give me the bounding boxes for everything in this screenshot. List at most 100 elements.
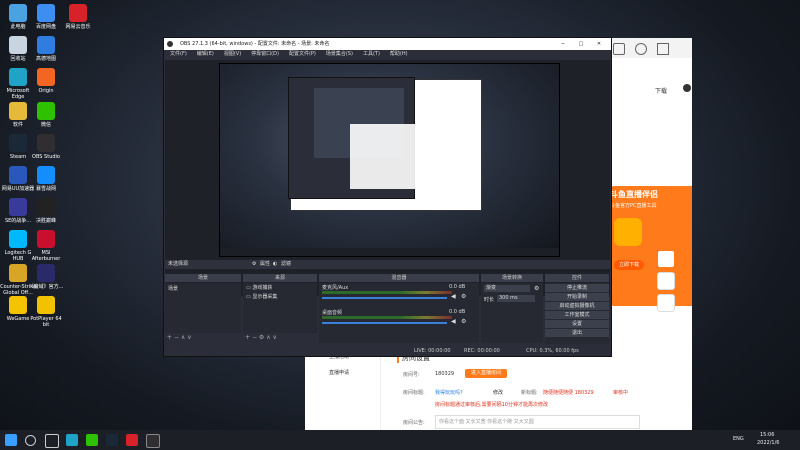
sources-header: 来源 <box>243 274 317 282</box>
wechat-icon[interactable] <box>86 434 98 446</box>
room-no: 180329 <box>435 371 455 377</box>
source-settings-icon[interactable]: ⚙ <box>259 334 264 341</box>
new-title-label: 新标题: <box>521 390 538 396</box>
stop-stream-button[interactable]: 停止推流 <box>545 284 609 292</box>
clock-date[interactable]: 2022/1/6 <box>757 440 779 446</box>
menu-item[interactable]: 编辑(E) <box>197 51 214 57</box>
desktop-icon[interactable]: 网易云音乐 <box>60 4 96 30</box>
language-indicator[interactable]: ENG <box>733 436 744 442</box>
menu-item[interactable]: 帮助(H) <box>390 51 408 57</box>
desktop-icon[interactable]: Origin <box>28 68 64 94</box>
source-item-game[interactable]: ▭ 游戏捕获 <box>243 283 317 292</box>
home-icon[interactable] <box>657 272 675 290</box>
scene-down-icon[interactable]: ∨ <box>187 334 191 341</box>
app-icon <box>9 36 27 54</box>
source-toolbar: 未选择源 ⚙ 属性 ◐ 滤镜 <box>165 260 610 269</box>
remove-source-icon[interactable]: − <box>252 334 257 341</box>
speaker-icon[interactable]: ◀ <box>451 318 456 325</box>
mixer-track-db: 0.0 dB <box>449 309 466 315</box>
volume-slider[interactable] <box>322 322 447 324</box>
app-icon <box>9 296 27 314</box>
netease-music-icon[interactable] <box>126 434 138 446</box>
minimize-icon[interactable]: ─ <box>556 38 570 50</box>
scene-up-icon[interactable]: ∧ <box>181 334 185 341</box>
windows-start-icon[interactable] <box>5 434 17 446</box>
menu-item[interactable]: 文件(F) <box>170 51 187 57</box>
properties-button[interactable]: 属性 <box>260 260 270 269</box>
menu-item[interactable]: 工具(T) <box>363 51 380 57</box>
app-icon <box>69 4 87 22</box>
studio-mode-button[interactable]: 工作室模式 <box>545 311 609 319</box>
transitions-header: 场景转换 <box>481 274 543 282</box>
banner-download-button[interactable]: 立即下载 <box>614 260 644 270</box>
share-icon[interactable] <box>657 294 675 312</box>
add-source-icon[interactable]: + <box>245 334 250 341</box>
desktop-icon[interactable]: 微信 <box>28 102 64 128</box>
exit-button[interactable]: 退出 <box>545 329 609 337</box>
app-icon <box>9 166 27 184</box>
refresh-icon[interactable] <box>635 43 647 55</box>
menu-item[interactable]: 场景集合(S) <box>326 51 353 57</box>
search-icon[interactable] <box>25 435 36 446</box>
virtual-camera-button[interactable]: 启动虚拟摄像机 <box>545 302 609 310</box>
collections-icon[interactable] <box>657 43 669 55</box>
filters-button[interactable]: 滤镜 <box>281 260 291 269</box>
play-icon[interactable] <box>657 250 675 268</box>
scene-item[interactable]: 场景 <box>165 283 241 294</box>
gear-icon[interactable]: ⚙ <box>461 318 466 325</box>
filter-icon[interactable]: ◐ <box>273 260 277 269</box>
source-down-icon[interactable]: ∨ <box>273 334 277 341</box>
menu-item[interactable]: 视图(V) <box>224 51 241 57</box>
task-view-icon[interactable] <box>45 434 59 448</box>
taskbar: ENG 15:06 2022/1/6 <box>0 430 800 450</box>
start-recording-button[interactable]: 开始录制 <box>545 293 609 301</box>
clock-time[interactable]: 15:06 <box>760 432 774 438</box>
desktop-icon[interactable]: 决胜巅峰 <box>28 198 64 224</box>
desktop-icon[interactable]: PotPlayer 64 bit <box>28 296 64 328</box>
reading-icon[interactable] <box>613 43 625 55</box>
volume-meter <box>322 316 452 319</box>
transition-settings-icon[interactable]: ⚙ <box>534 285 539 292</box>
speaker-icon[interactable]: ◀ <box>451 293 456 300</box>
source-label: 显示器采集 <box>252 294 278 300</box>
remove-scene-icon[interactable]: − <box>174 334 179 341</box>
avatar[interactable] <box>683 84 691 92</box>
nested-page <box>350 124 425 189</box>
modify-link[interactable]: 修改 <box>493 389 503 396</box>
duration-input[interactable]: 300 ms <box>497 295 535 302</box>
desktop-icon[interactable]: MSI Afterburner <box>28 230 64 262</box>
enter-room-button[interactable]: 进入直播房间 <box>465 369 507 378</box>
transition-select[interactable]: 渐变 <box>484 285 530 292</box>
gear-icon[interactable]: ⚙ <box>252 260 256 269</box>
close-icon[interactable]: ✕ <box>592 38 606 50</box>
gear-icon[interactable]: ⚙ <box>461 293 466 300</box>
menu-item[interactable]: 停靠窗口(D) <box>251 51 279 57</box>
room-title-link[interactable]: 我得玩玩吗? <box>435 389 463 396</box>
desktop-icon[interactable]: OBS Studio <box>28 134 64 160</box>
download-link[interactable]: 下载 <box>655 86 667 95</box>
desktop-icon[interactable]: 高德地图 <box>28 36 64 62</box>
app-icon <box>9 4 27 22</box>
mixer-track-name: 麦克风/Aux <box>322 285 349 291</box>
add-scene-icon[interactable]: + <box>167 334 172 341</box>
transitions-dock: 渐变 ⚙ 时长 300 ms <box>481 283 543 343</box>
intro-input[interactable]: 你看这个面 又长又宽 你看这个碗 又大又圆 <box>435 415 640 429</box>
obs-icon[interactable] <box>146 434 160 448</box>
source-up-icon[interactable]: ∧ <box>266 334 270 341</box>
edge-icon[interactable] <box>66 434 78 446</box>
menu-item[interactable]: 配置文件(P) <box>289 51 316 57</box>
desktop-icon-label: 微信 <box>40 122 51 128</box>
sidebar-item-apply[interactable]: 直播申请 <box>329 369 349 376</box>
volume-slider[interactable] <box>322 297 447 299</box>
desktop-icon[interactable]: 百度网盘 <box>28 4 64 30</box>
desktop-icon[interactable]: 《魔域》官方... <box>28 264 64 290</box>
maximize-icon[interactable]: □ <box>574 38 588 50</box>
monitor-icon: ▭ <box>246 285 251 291</box>
room-title-label: 房间标题: <box>403 390 425 396</box>
settings-button[interactable]: 设置 <box>545 320 609 328</box>
source-item-display[interactable]: ▭ 显示器采集 <box>243 292 317 301</box>
desktop-icon[interactable]: 暴雪战网 <box>28 166 64 192</box>
steam-icon[interactable] <box>106 434 118 446</box>
preview-canvas[interactable] <box>219 63 560 257</box>
obs-menubar: 文件(F) 编辑(E) 视图(V) 停靠窗口(D) 配置文件(P) 场景集合(S) 工具(T… <box>164 50 611 59</box>
